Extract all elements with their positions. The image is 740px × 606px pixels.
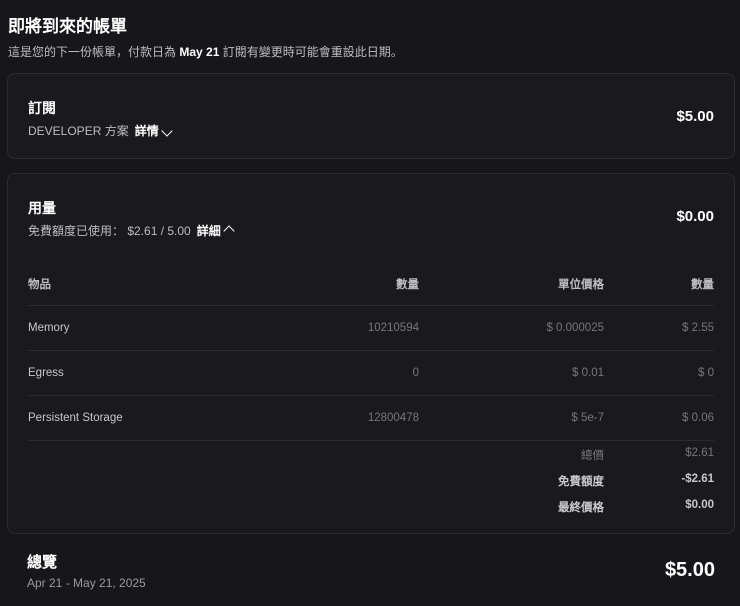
- subtitle-text: 這是您的下一份帳單，付款日為: [8, 45, 177, 59]
- totals: 總價 $2.61 免費額度 -$2.61 最終價格 $0.00: [524, 447, 714, 515]
- page-title: 即將到來的帳單: [8, 17, 127, 36]
- final-price-value: $0.00: [685, 499, 714, 511]
- final-price-label: 最終價格: [558, 502, 604, 514]
- billing-period: Apr 21 - May 21, 2025: [27, 576, 146, 590]
- cell: Persistent Storage: [28, 412, 123, 424]
- usage-amount: $0.00: [676, 208, 714, 225]
- table-row: Egress 0 $ 0.01 $ 0: [28, 351, 714, 396]
- col-unit-price: 單位價格: [558, 278, 604, 291]
- subtitle-note: 訂閱有變更時可能會重設此日期。: [222, 45, 403, 59]
- usage-title: 用量: [28, 200, 56, 216]
- cell: $ 0.000025: [546, 322, 604, 334]
- details-label: 詳細: [196, 224, 221, 238]
- chevron-up-icon: [223, 225, 235, 237]
- subtotal-label: 總價: [581, 450, 604, 462]
- col-quantity: 數量: [396, 278, 419, 291]
- cell: Egress: [28, 367, 64, 379]
- details-label: 詳情: [134, 124, 159, 138]
- cell: $ 0.01: [572, 367, 604, 379]
- subscription-amount: $5.00: [676, 108, 714, 125]
- cell: 12800478: [367, 412, 419, 424]
- table-row: Memory 10210594 $ 0.000025 $ 2.55: [28, 306, 714, 351]
- cell: $ 0: [698, 367, 714, 379]
- cell: $ 0.06: [682, 412, 714, 424]
- free-credit-value: -$2.61: [681, 473, 714, 485]
- col-amount: 數量: [691, 278, 714, 291]
- details-toggle[interactable]: 詳情: [134, 122, 173, 139]
- cell: $ 5e-7: [571, 412, 604, 424]
- due-date: May 21: [179, 45, 220, 59]
- col-item: 物品: [28, 278, 51, 291]
- overview-title: 總覽: [27, 554, 58, 571]
- cell: 0: [412, 367, 419, 379]
- plan-name: DEVELOPER 方案: [28, 124, 129, 138]
- page-subtitle: 這是您的下一份帳單，付款日為 May 21 訂閱有變更時可能會重設此日期。: [8, 43, 403, 60]
- chevron-down-icon: [161, 125, 173, 137]
- cell: Memory: [28, 322, 70, 334]
- usage-table: 物品 數量 單位價格 數量 Memory 10210594 $ 0.000025 $ …: [28, 262, 714, 441]
- subscription-card: 訂閱 DEVELOPER 方案 詳情 $5.00: [7, 73, 735, 159]
- table-header: 物品 數量 單位價格 數量: [28, 262, 714, 306]
- table-row: Persistent Storage 12800478 $ 5e-7 $ 0.06: [28, 396, 714, 441]
- overview-amount: $5.00: [664, 559, 715, 581]
- usage-details-toggle[interactable]: 詳細: [196, 222, 235, 239]
- subscription-title: 訂閱: [28, 100, 56, 116]
- cell: 10210594: [367, 322, 419, 334]
- free-credit-label: 免費額度: [558, 476, 604, 488]
- cell: $ 2.55: [682, 322, 714, 334]
- subtotal-value: $2.61: [685, 447, 714, 459]
- quota-used: 免費額度已使用： $2.61 / 5.00: [28, 224, 191, 238]
- usage-card: 用量 免費額度已使用： $2.61 / 5.00 詳細 $0.00 物品 數量 單…: [7, 173, 735, 534]
